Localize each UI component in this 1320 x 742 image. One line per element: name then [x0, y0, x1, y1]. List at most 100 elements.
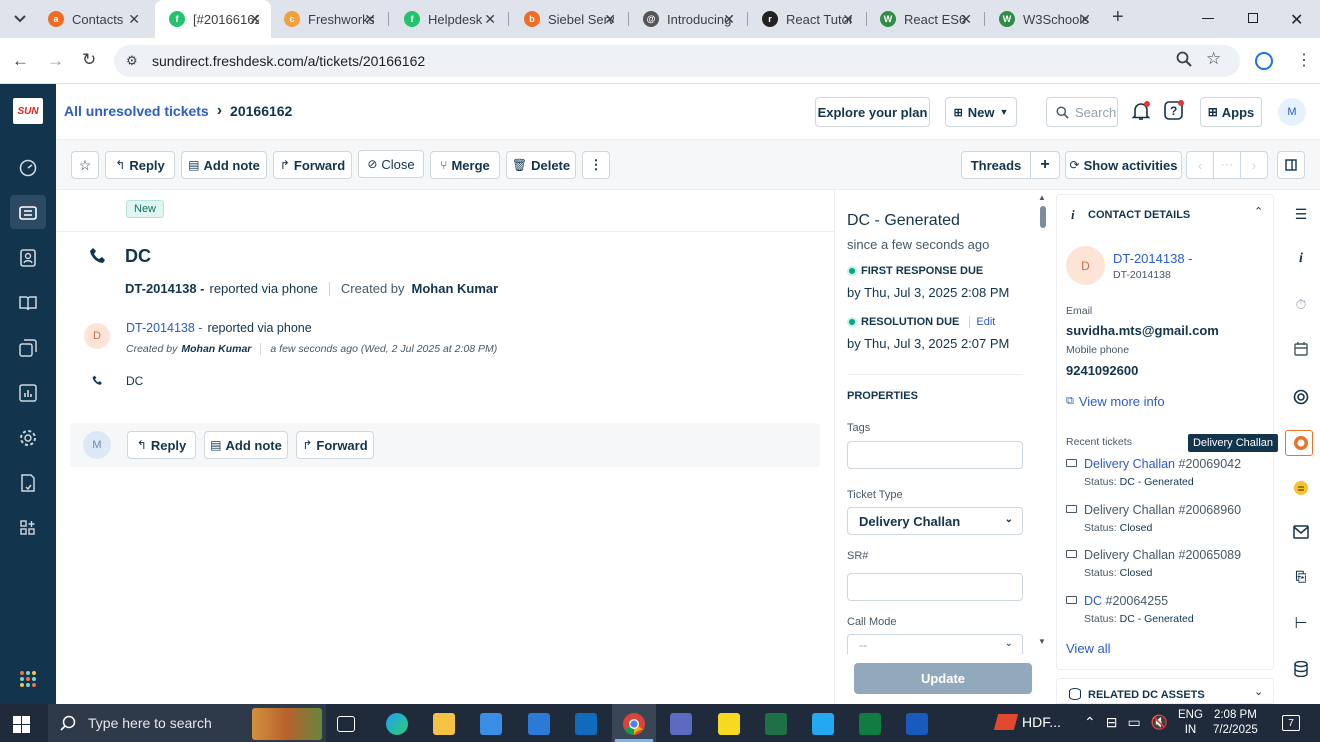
excel-icon[interactable] — [859, 713, 881, 735]
admin-icon[interactable] — [16, 426, 40, 450]
contact-name[interactable]: DT-2014138 - — [1113, 251, 1193, 266]
add-thread-button[interactable]: + — [1030, 151, 1060, 179]
tray-icons[interactable]: ⌃ ⊟ ▭ 🔇 — [1084, 714, 1168, 731]
browser-tab[interactable]: W React ES6 ✕ — [866, 0, 982, 38]
minimize-button[interactable] — [1202, 18, 1214, 19]
scrollbar-thumb[interactable] — [1040, 206, 1046, 228]
outlook-icon[interactable] — [575, 713, 597, 735]
app-icon[interactable] — [670, 713, 692, 735]
merge-button[interactable]: ⑂ Merge — [430, 151, 500, 179]
close-button[interactable]: ⊘ Close — [358, 150, 424, 178]
tickets-icon[interactable] — [16, 201, 40, 225]
notifications-icon[interactable] — [1131, 101, 1151, 121]
recent-ticket-title[interactable]: DC — [1084, 594, 1102, 608]
reply-box-add-note-button[interactable]: ▤ Add note — [204, 431, 288, 459]
clock[interactable]: 2:08 PM 7/2/2025 — [1213, 708, 1258, 738]
mail-icon[interactable] — [1291, 522, 1311, 542]
prev-ticket-button[interactable]: ‹ — [1186, 151, 1214, 179]
contacts-icon[interactable] — [16, 246, 40, 270]
dashboard-icon[interactable] — [16, 156, 40, 180]
sr-input[interactable] — [847, 573, 1023, 601]
star-button[interactable]: ☆ — [71, 151, 99, 179]
document-icon[interactable]: ⎘ — [1291, 567, 1311, 587]
browser-tab[interactable]: a Contacts ✕ — [34, 0, 150, 38]
view-all-link[interactable]: View all — [1066, 641, 1111, 656]
new-tab-button[interactable]: + — [1112, 6, 1124, 29]
add-note-button[interactable]: ▤ Add note — [181, 151, 267, 179]
close-tab-icon[interactable]: ✕ — [723, 11, 735, 28]
browser-menu-icon[interactable]: ⋮ — [1296, 50, 1312, 70]
notification-center-icon[interactable]: 7 — [1282, 715, 1300, 731]
phone-icon[interactable] — [16, 471, 40, 495]
collapse-icon[interactable]: ⌃ — [1254, 205, 1263, 218]
browser-tab[interactable]: f [#20166162] ✕ — [155, 0, 271, 38]
language-indicator[interactable]: ENG IN — [1178, 708, 1203, 738]
task-view-icon[interactable] — [337, 716, 355, 732]
database-icon[interactable] — [1291, 659, 1311, 679]
close-window-button[interactable]: ✕ — [1290, 10, 1303, 30]
ticket-list-button[interactable]: ⋯ — [1213, 151, 1241, 179]
windows-start-icon[interactable] — [13, 716, 30, 733]
coins-icon[interactable] — [1291, 478, 1311, 498]
toggle-panel-button[interactable] — [1277, 151, 1305, 179]
forward-icon[interactable]: → — [47, 51, 64, 71]
restore-button[interactable] — [1248, 13, 1258, 23]
solutions-icon[interactable] — [16, 291, 40, 315]
address-bar[interactable]: ⚙ sundirect.freshdesk.com/a/tickets/2016… — [114, 45, 1240, 77]
forums-icon[interactable] — [16, 336, 40, 360]
update-button[interactable]: Update — [854, 663, 1032, 694]
close-tab-icon[interactable]: ✕ — [249, 11, 261, 28]
delete-button[interactable]: 🗑 Delete — [506, 151, 576, 179]
reply-box-forward-button[interactable]: ↱ Forward — [296, 431, 374, 459]
close-tab-icon[interactable]: ✕ — [604, 11, 616, 28]
recent-ticket-title[interactable]: Delivery Challan — [1084, 548, 1175, 562]
reports-icon[interactable] — [16, 381, 40, 405]
profile-icon[interactable] — [1255, 52, 1273, 70]
word-icon[interactable] — [906, 713, 928, 735]
forward-button[interactable]: ↱ Forward — [273, 151, 352, 179]
scroll-down-arrow[interactable]: ▼ — [1038, 637, 1046, 646]
recent-ticket-item[interactable]: Delivery Challan #20065089 Status: Closed — [1066, 548, 1266, 584]
close-tab-icon[interactable]: ✕ — [1079, 11, 1091, 28]
apps-button[interactable]: ⊞ Apps — [1200, 97, 1262, 127]
close-tab-icon[interactable]: ✕ — [960, 11, 972, 28]
reply-box-reply-button[interactable]: ↰ Reply — [127, 431, 196, 459]
threads-button[interactable]: Threads — [961, 151, 1031, 179]
back-icon[interactable]: ← — [12, 51, 29, 71]
timer-icon[interactable]: ⏱ — [1291, 294, 1311, 314]
sun-logo[interactable]: SUN — [13, 98, 43, 124]
site-info-icon[interactable]: ⚙ — [126, 53, 138, 69]
close-tab-icon[interactable]: ✕ — [484, 11, 496, 28]
tab-search-button[interactable] — [10, 9, 30, 29]
close-tab-icon[interactable]: ✕ — [364, 11, 376, 28]
more-button[interactable]: ⋮ — [582, 151, 610, 179]
hdfc-app[interactable]: HDF... — [993, 714, 1061, 730]
conversation-requester[interactable]: DT-2014138 - — [126, 321, 202, 335]
user-avatar[interactable]: M — [1278, 98, 1306, 126]
expand-icon[interactable]: ⌄ — [1254, 685, 1263, 698]
browser-tab[interactable]: c Freshworks ✕ — [270, 0, 386, 38]
browser-tab[interactable]: @ Introducing ✕ — [629, 0, 745, 38]
view-more-link[interactable]: ⧉ View more info — [1066, 394, 1165, 409]
reply-button[interactable]: ↰ Reply — [105, 151, 175, 179]
chrome-icon[interactable] — [622, 712, 646, 736]
show-activities-button[interactable]: ⟳ Show activities — [1065, 151, 1182, 179]
recent-ticket-item[interactable]: DC #20064255 Status: DC - Generated — [1066, 594, 1266, 630]
mail-app-icon[interactable] — [528, 713, 550, 735]
scroll-up-arrow[interactable]: ▲ — [1038, 193, 1046, 202]
excel-alt-icon[interactable] — [765, 713, 787, 735]
resolution-edit-link[interactable]: Edit — [969, 316, 995, 328]
apps-icon[interactable] — [16, 516, 40, 540]
store-icon[interactable] — [480, 713, 502, 735]
target-icon[interactable] — [1291, 387, 1311, 407]
help-icon[interactable]: ? — [1163, 99, 1185, 121]
next-ticket-button[interactable]: › — [1240, 151, 1268, 179]
edge-icon[interactable] — [386, 713, 408, 735]
call-mode-select[interactable]: -- ⌄ — [847, 634, 1023, 654]
explore-plan-button[interactable]: Explore your plan — [815, 97, 930, 127]
close-tab-icon[interactable]: ✕ — [842, 11, 854, 28]
recent-ticket-title[interactable]: Delivery Challan — [1084, 503, 1175, 517]
browser-tab[interactable]: W W3Schools ✕ — [985, 0, 1101, 38]
recent-ticket-title[interactable]: Delivery Challan — [1084, 457, 1175, 471]
breadcrumb-link[interactable]: All unresolved tickets — [64, 103, 209, 119]
